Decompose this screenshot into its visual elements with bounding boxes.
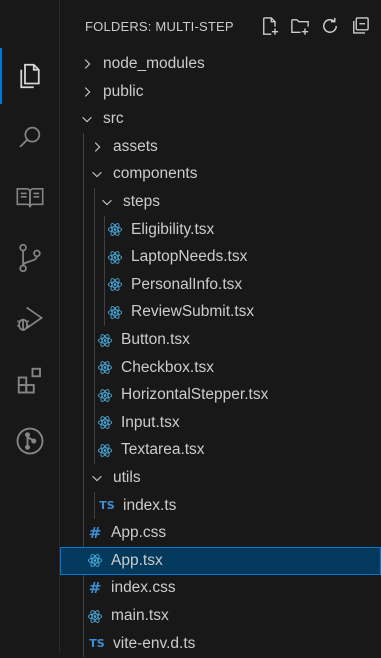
react-file-icon [107,222,123,238]
tree-item-label: Button.tsx [121,331,190,348]
extensions-icon [15,365,45,395]
tree-item-label: steps [123,193,161,210]
file-row-index-css[interactable]: # index.css [60,574,381,602]
tree-item-label: HorizontalStepper.tsx [121,386,269,404]
react-file-icon [97,360,113,376]
tree-item-label: Input.tsx [121,413,180,431]
new-file-button[interactable] [259,15,281,37]
run-debug-icon [15,304,45,334]
folder-row-public[interactable]: public [60,78,381,106]
refresh-icon [320,16,340,36]
tree-item-label: App.tsx [111,551,163,569]
chevron-right-icon [89,139,105,155]
tree-item-label: components [113,165,198,183]
chevron-right-icon [79,84,95,100]
file-row-button-tsx[interactable]: Button.tsx [60,326,381,354]
tree-item-label: node_modules [103,55,205,72]
css-file-icon: # [88,524,102,543]
activity-extensions-button[interactable] [0,352,60,408]
book-icon [15,184,45,212]
tree-item-label: Textarea.tsx [121,441,205,459]
activity-bar [0,0,60,653]
new-folder-icon [290,16,310,36]
typescript-file-icon: TS [89,637,105,651]
tree-item-label: LaptopNeeds.tsx [131,248,248,266]
folder-row-assets[interactable]: assets [60,133,381,161]
react-file-icon [87,553,103,569]
search-icon [16,123,44,151]
file-row-app-tsx[interactable]: App.tsx [60,546,381,575]
file-row-eligibility-tsx[interactable]: Eligibility.tsx [60,216,381,244]
tree-item-label: index.css [111,579,176,597]
css-file-icon: # [88,579,102,598]
source-control-icon [16,243,44,273]
tree-item-label: Checkbox.tsx [121,358,215,376]
new-file-icon [260,16,280,36]
file-row-checkbox-tsx[interactable]: Checkbox.tsx [60,354,381,382]
react-file-icon [97,442,113,458]
folder-row-steps[interactable]: steps [60,188,381,216]
explorer-title: FOLDERS: MULTI-STEP [85,18,234,34]
file-row-app-css[interactable]: # App.css [60,519,381,547]
collapse-all-icon [350,16,370,36]
explorer-actions [259,15,371,37]
file-row-input-tsx[interactable]: Input.tsx [60,409,381,437]
tree-item-label: main.tsx [111,607,169,624]
tree-item-label: Eligibility.tsx [131,220,215,238]
react-file-icon [97,415,113,431]
tree-item-label: vite-env.d.ts [113,634,196,652]
activity-book-button[interactable] [0,170,60,226]
tree-item-label: ReviewSubmit.tsx [131,303,255,321]
react-file-icon [107,304,123,320]
refresh-button[interactable] [319,15,341,37]
tree-item-label: index.ts [123,496,177,514]
new-folder-button[interactable] [289,15,311,37]
react-file-icon [107,249,123,265]
react-file-icon [87,608,103,624]
activity-run-debug-button[interactable] [0,291,60,347]
chevron-right-icon [79,56,95,72]
tree-item-label: App.css [111,524,167,542]
file-row-personalinfo-tsx[interactable]: PersonalInfo.tsx [60,271,381,299]
activity-search-button[interactable] [0,109,60,165]
collapse-all-button[interactable] [349,15,371,37]
explorer-header: FOLDERS: MULTI-STEP [60,0,381,52]
chevron-down-icon [99,194,115,210]
git-graph-icon [15,426,45,456]
file-row-horizontalstepper-tsx[interactable]: HorizontalStepper.tsx [60,381,381,409]
folder-row-src[interactable]: src [60,105,381,133]
react-file-icon [97,387,113,403]
activity-explorer-button[interactable] [0,48,60,104]
explorer-icon [15,61,45,91]
folder-row-utils[interactable]: utils [60,464,381,492]
file-row-textarea-tsx[interactable]: Textarea.tsx [60,436,381,464]
file-row-main-tsx[interactable]: main.tsx [60,602,381,630]
chevron-down-icon [89,166,105,182]
folder-row-node-modules[interactable]: node_modules [60,50,381,78]
file-row-vite-env-d-ts[interactable]: TS vite-env.d.ts [60,630,381,658]
file-row-reviewsubmit-tsx[interactable]: ReviewSubmit.tsx [60,298,381,326]
file-row-index-ts[interactable]: TS index.ts [60,492,381,520]
tree-item-label: PersonalInfo.tsx [131,275,243,293]
chevron-down-icon [89,470,105,486]
typescript-file-icon: TS [99,499,115,513]
react-file-icon [107,277,123,293]
folder-row-components[interactable]: components [60,160,381,188]
explorer-sidebar: FOLDERS: MULTI-STEP node_modulespublic sr… [60,0,381,658]
activity-git-graph-button[interactable] [0,413,60,469]
tree-item-label: assets [113,137,158,155]
react-file-icon [97,332,113,348]
file-row-laptopneeds-tsx[interactable]: LaptopNeeds.tsx [60,243,381,271]
chevron-down-icon [79,111,95,127]
tree-item-label: utils [113,469,141,486]
tree-item-label: src [103,110,124,128]
tree-item-label: public [103,82,144,100]
activity-source-control-button[interactable] [0,230,60,286]
